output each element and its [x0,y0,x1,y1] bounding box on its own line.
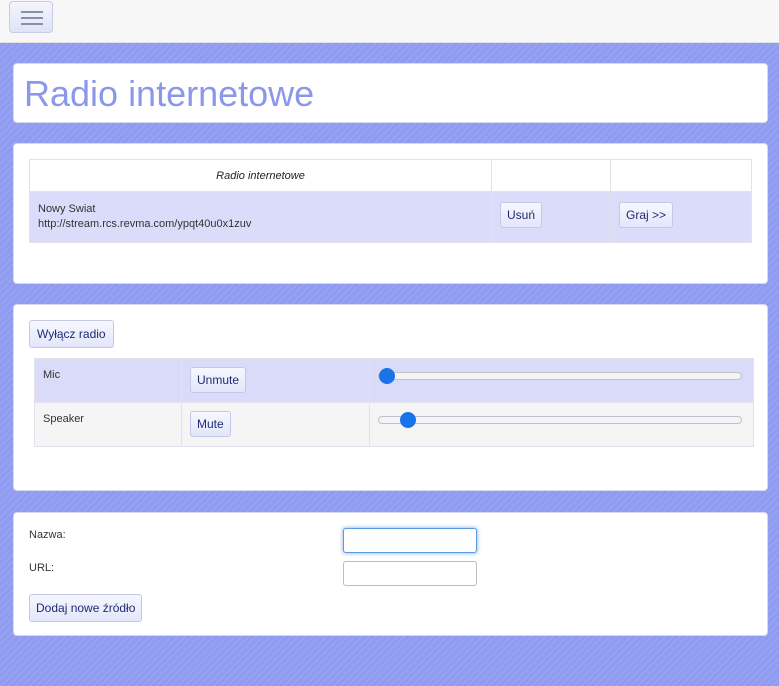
url-input[interactable] [343,561,477,586]
mic-button-cell: Unmute [181,358,370,403]
name-field-label: Nazwa: [29,529,66,541]
mic-volume-slider-thumb[interactable] [379,368,395,384]
stations-table-header: Radio internetowe [29,159,752,192]
play-station-button[interactable]: Graj >> [619,202,674,228]
add-source-panel: Nazwa: URL: Dodaj nowe źródło [13,512,768,636]
mic-volume-cell [369,358,754,403]
speaker-volume-slider[interactable] [378,412,742,428]
stations-header-cell [491,159,611,192]
top-navbar [0,0,779,43]
url-field-label: URL: [29,562,55,574]
station-name: Nowy Swiat [38,203,96,215]
hamburger-menu-icon [21,11,43,13]
hamburger-menu-icon-bar [21,17,43,19]
speaker-row: Speaker Mute [34,402,754,447]
speaker-volume-slider-thumb[interactable] [400,412,416,428]
station-info-cell: Nowy Swiat http://stream.rcs.revma.com/y… [29,191,492,243]
station-play-cell: Graj >> [610,191,752,243]
speaker-volume-cell [369,402,754,447]
turn-off-radio-button[interactable]: Wyłącz radio [29,320,114,348]
stations-header-cell [610,159,752,192]
speaker-label: Speaker [34,402,182,447]
add-source-button[interactable]: Dodaj nowe źródło [29,594,143,622]
mic-row: Mic Unmute [34,358,754,403]
unmute-mic-button[interactable]: Unmute [190,367,247,393]
hamburger-menu-button[interactable] [9,1,53,33]
stations-table: Radio internetowe Nowy Swiat http://stre… [29,159,752,243]
mic-volume-slider[interactable] [378,368,742,384]
page-title: Radio internetowe [24,73,315,114]
audio-panel: Wyłącz radio Mic Unmute Speaker Mute [13,304,768,491]
mic-label: Mic [34,358,182,403]
speaker-button-cell: Mute [181,402,370,447]
station-url: http://stream.rcs.revma.com/ypqt40u0x1zu… [38,218,252,230]
audio-channels-table: Mic Unmute Speaker Mute [34,358,754,447]
station-remove-cell: Usuń [491,191,611,243]
station-row: Nowy Swiat http://stream.rcs.revma.com/y… [29,191,752,243]
stations-table-caption: Radio internetowe [29,159,492,192]
stations-panel: Radio internetowe Nowy Swiat http://stre… [13,143,768,284]
remove-station-button[interactable]: Usuń [500,202,543,228]
title-panel: Radio internetowe [13,63,768,123]
name-input[interactable] [343,528,477,553]
hamburger-menu-icon-bar [21,23,43,25]
mute-speaker-button[interactable]: Mute [190,411,231,437]
